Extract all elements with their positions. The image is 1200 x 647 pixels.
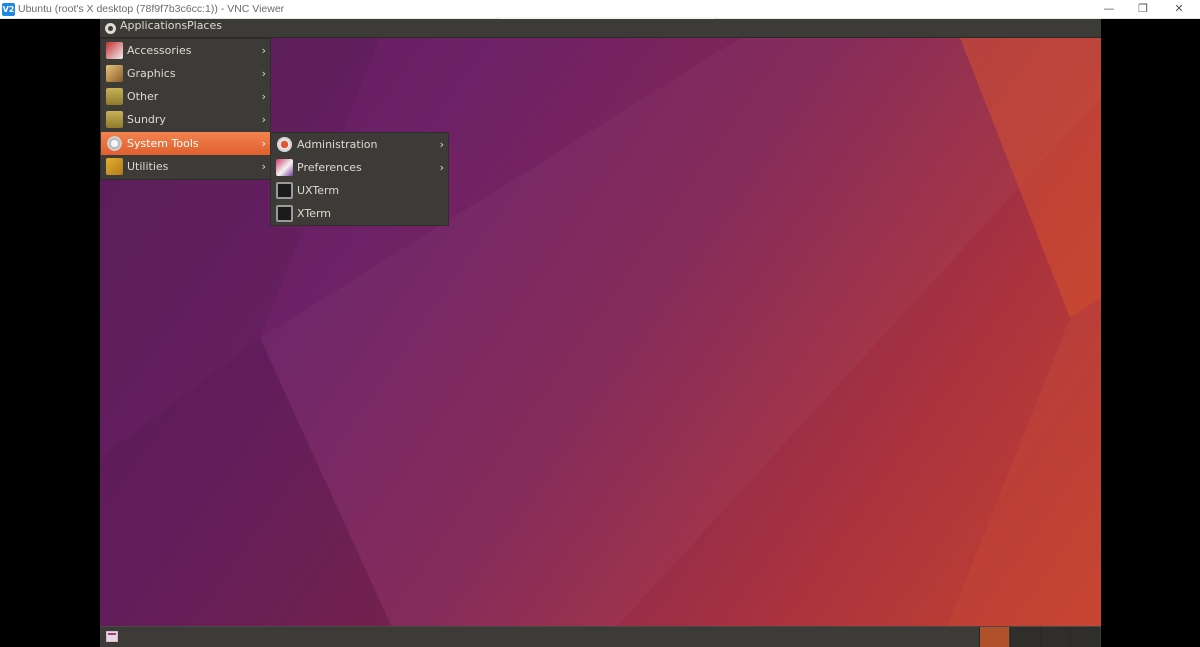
terminal-icon (276, 205, 293, 222)
menu-item-uxterm[interactable]: UXTerm (271, 179, 448, 202)
menu-item-accessories[interactable]: Accessories › (101, 39, 270, 62)
window-title: Ubuntu (root's X desktop (78f9f7b3c6cc:1… (18, 3, 285, 15)
menu-item-label: Administration (297, 138, 378, 151)
administration-icon (276, 136, 293, 153)
menu-item-label: System Tools (127, 137, 199, 150)
chevron-right-icon: › (261, 44, 266, 57)
chevron-right-icon: › (261, 160, 266, 173)
menu-item-other[interactable]: Other › (101, 85, 270, 108)
utilities-icon (106, 158, 123, 175)
workspace-3[interactable] (1040, 627, 1070, 647)
show-desktop-icon[interactable] (106, 631, 118, 642)
applications-label: Applications (120, 19, 188, 32)
graphics-icon (106, 65, 123, 82)
preferences-icon (276, 159, 293, 176)
workspace-2[interactable] (1010, 627, 1040, 647)
menu-item-label: UXTerm (297, 184, 340, 197)
menu-item-administration[interactable]: Administration › (271, 133, 448, 156)
menu-item-label: Other (127, 90, 159, 103)
menu-item-sundry[interactable]: Sundry › (101, 108, 270, 131)
vnc-viewer-icon: V2 (2, 3, 15, 16)
menu-item-xterm[interactable]: XTerm (271, 202, 448, 225)
sundry-icon (106, 111, 123, 128)
applications-icon (105, 23, 116, 34)
chevron-right-icon: › (261, 67, 266, 80)
minimize-button[interactable]: — (1090, 0, 1128, 19)
applications-menu[interactable]: Applications (102, 19, 191, 38)
other-icon (106, 88, 123, 105)
menu-item-label: Graphics (127, 67, 176, 80)
menu-item-label: Preferences (297, 161, 362, 174)
menu-item-label: Utilities (127, 160, 169, 173)
applications-dropdown: Accessories › Graphics › Other › Sundry … (100, 38, 271, 180)
bottom-panel (100, 626, 1101, 647)
terminal-icon (276, 182, 293, 199)
menu-item-label: Accessories (127, 44, 192, 57)
remote-desktop[interactable]: Applications Places Accessories › Graphi… (100, 19, 1101, 647)
workspace-1[interactable] (979, 627, 1009, 647)
chevron-right-icon: › (261, 90, 266, 103)
chevron-right-icon: › (439, 138, 444, 151)
chevron-right-icon: › (261, 137, 266, 150)
workspace-4[interactable] (1070, 627, 1100, 647)
close-button[interactable]: ✕ (1160, 0, 1198, 19)
system-tools-submenu: Administration › Preferences › UXTerm XT… (270, 132, 449, 226)
menu-item-label: Sundry (127, 113, 166, 126)
menu-item-utilities[interactable]: Utilities › (101, 155, 270, 178)
chevron-right-icon: › (261, 113, 266, 126)
accessories-icon (106, 42, 123, 59)
system-tools-icon (106, 135, 123, 152)
menu-item-graphics[interactable]: Graphics › (101, 62, 270, 85)
chevron-right-icon: › (439, 161, 444, 174)
window-titlebar: V2 Ubuntu (root's X desktop (78f9f7b3c6c… (0, 0, 1200, 21)
menu-item-system-tools[interactable]: System Tools › (101, 132, 270, 155)
menu-item-label: XTerm (297, 207, 332, 220)
places-menu[interactable]: Places (183, 19, 226, 38)
top-panel: Applications Places (100, 19, 1101, 38)
menu-item-preferences[interactable]: Preferences › (271, 156, 448, 179)
restore-button[interactable]: ❐ (1124, 0, 1162, 19)
